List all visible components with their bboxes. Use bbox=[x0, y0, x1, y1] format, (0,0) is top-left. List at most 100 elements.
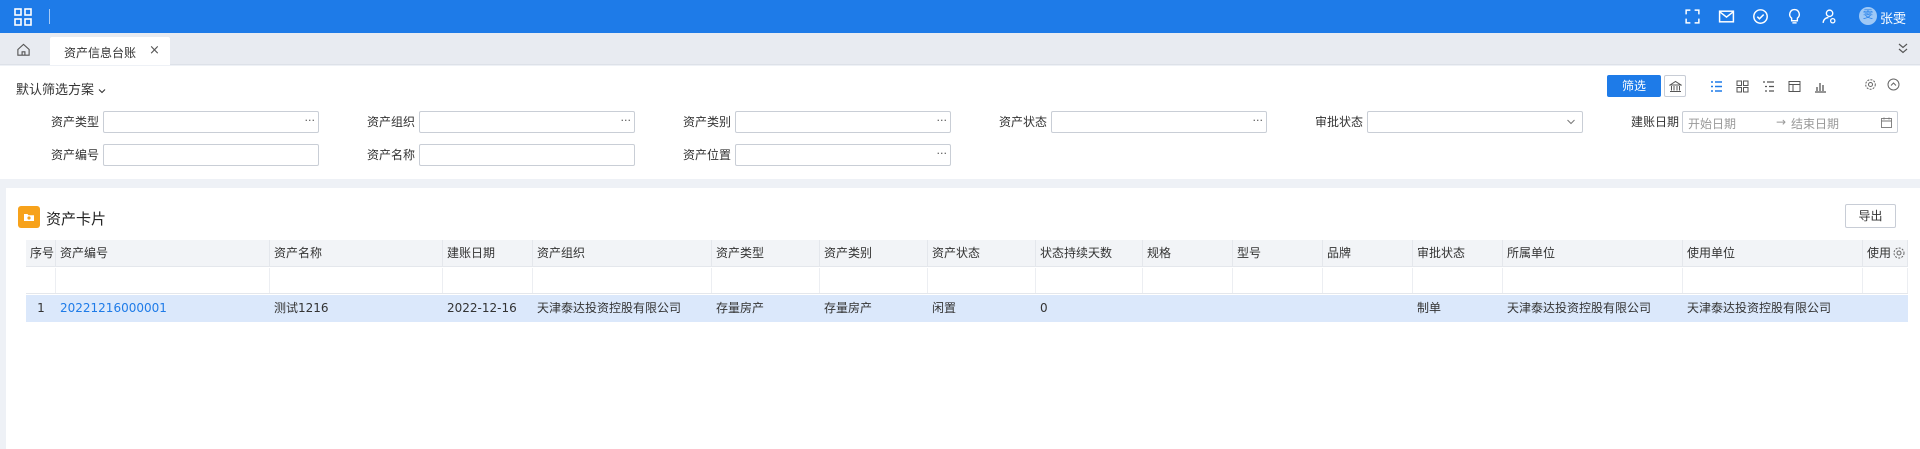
collapse-up-icon[interactable] bbox=[1887, 78, 1900, 91]
column-filter-cell[interactable] bbox=[1503, 268, 1683, 293]
asset-location-label: 资产位置 bbox=[682, 148, 731, 162]
filter-button[interactable]: 筛选 bbox=[1607, 75, 1661, 97]
asset-category-input[interactable]: ··· bbox=[735, 111, 951, 133]
asset-code-input[interactable] bbox=[103, 144, 319, 166]
column-filter-cell[interactable] bbox=[820, 268, 928, 293]
approval-status-select[interactable] bbox=[1367, 111, 1583, 133]
bank-icon-button[interactable] bbox=[1664, 75, 1686, 97]
asset-name-input[interactable] bbox=[419, 144, 635, 166]
list-view-icon[interactable] bbox=[1710, 80, 1723, 93]
bulb-icon[interactable] bbox=[1786, 8, 1803, 25]
column-filter-cell[interactable] bbox=[533, 268, 712, 293]
column-filter-cell[interactable] bbox=[1036, 268, 1143, 293]
approval-status-label: 审批状态 bbox=[1314, 115, 1363, 129]
table-cell: 1 bbox=[37, 301, 45, 315]
table-cell: 存量房产 bbox=[824, 301, 873, 315]
export-button[interactable]: 导出 bbox=[1845, 204, 1896, 228]
chevron-down-icon bbox=[1567, 119, 1575, 125]
table-cell: 天津泰达投资控股有限公司 bbox=[537, 301, 682, 315]
start-date-placeholder[interactable]: 开始日期 bbox=[1688, 115, 1736, 132]
home-icon[interactable] bbox=[16, 42, 31, 57]
card-view-icon[interactable] bbox=[1736, 80, 1749, 93]
column-filter-cell[interactable] bbox=[712, 268, 820, 293]
table-filter-row[interactable] bbox=[26, 268, 1908, 294]
asset-code-link[interactable]: 20221216000001 bbox=[56, 295, 270, 322]
table-cell bbox=[1323, 295, 1413, 322]
asset-card-panel: 资产卡片 导出 序号 资产编号 资产名称 建账日期 资产组织 资产类型 资产类别 资产状态 状态… bbox=[6, 188, 1920, 449]
chevron-down-icon bbox=[98, 88, 106, 93]
user-name[interactable]: 张雯 bbox=[1880, 8, 1906, 27]
filter-panel: 默认筛选方案 筛选 资产类型 ··· 资产组织 ··· 资产类别 ··· 资产状… bbox=[0, 66, 1920, 179]
column-header[interactable]: 状态持续天数 bbox=[1036, 240, 1143, 266]
table-cell bbox=[1863, 295, 1908, 322]
fullscreen-icon[interactable] bbox=[1684, 8, 1701, 25]
table-cell bbox=[1143, 295, 1233, 322]
table-view-icon[interactable] bbox=[1788, 80, 1801, 93]
more-dots-icon[interactable]: ··· bbox=[937, 114, 948, 127]
topbar-divider bbox=[49, 9, 50, 24]
more-dots-icon[interactable]: ··· bbox=[937, 147, 948, 160]
filter-scheme-label: 默认筛选方案 bbox=[16, 83, 95, 98]
table-cell: 2022-12-16 bbox=[447, 301, 517, 315]
column-header[interactable]: 资产名称 bbox=[270, 240, 443, 266]
arrow-right-icon: → bbox=[1776, 115, 1787, 129]
table-cell: 闲置 bbox=[932, 301, 957, 315]
filter-scheme-dropdown[interactable]: 默认筛选方案 bbox=[16, 79, 106, 98]
more-dots-icon[interactable]: ··· bbox=[305, 114, 316, 127]
column-filter-cell[interactable] bbox=[928, 268, 1036, 293]
more-dots-icon[interactable]: ··· bbox=[1253, 114, 1264, 127]
column-filter-cell[interactable] bbox=[26, 268, 56, 293]
column-header[interactable]: 型号 bbox=[1233, 240, 1323, 266]
column-filter-cell[interactable] bbox=[1323, 268, 1413, 293]
table-row[interactable]: 1 20221216000001 测试1216 2022-12-16 天津泰达投资控股有… bbox=[26, 295, 1908, 322]
apps-grid-icon[interactable] bbox=[14, 8, 32, 26]
table-header-row: 序号 资产编号 资产名称 建账日期 资产组织 资产类型 资产类别 资产状态 状态持续天数 规格 型号… bbox=[26, 240, 1908, 267]
column-filter-cell[interactable] bbox=[1143, 268, 1233, 293]
user-settings-icon[interactable] bbox=[1820, 8, 1837, 25]
mail-icon[interactable] bbox=[1718, 8, 1735, 25]
check-circle-icon[interactable] bbox=[1752, 8, 1769, 25]
column-header[interactable]: 所属单位 bbox=[1503, 240, 1683, 266]
tree-view-icon[interactable] bbox=[1762, 80, 1775, 93]
end-date-placeholder[interactable]: 结束日期 bbox=[1791, 115, 1839, 132]
asset-org-label: 资产组织 bbox=[366, 115, 415, 129]
asset-name-label: 资产名称 bbox=[366, 148, 415, 162]
table-cell: 存量房产 bbox=[716, 301, 765, 315]
account-date-range[interactable]: 开始日期 → 结束日期 bbox=[1682, 111, 1898, 133]
asset-type-input[interactable]: ··· bbox=[103, 111, 319, 133]
table-cell: 0 bbox=[1040, 301, 1048, 315]
chart-view-icon[interactable] bbox=[1814, 80, 1827, 93]
column-header[interactable]: 资产组织 bbox=[533, 240, 712, 266]
column-filter-cell[interactable] bbox=[1683, 268, 1863, 293]
folder-icon bbox=[18, 206, 40, 228]
gear-icon[interactable] bbox=[1864, 78, 1877, 91]
column-filter-cell[interactable] bbox=[443, 268, 533, 293]
asset-status-input[interactable]: ··· bbox=[1051, 111, 1267, 133]
column-header[interactable]: 品牌 bbox=[1323, 240, 1413, 266]
column-filter-cell[interactable] bbox=[270, 268, 443, 293]
column-header[interactable]: 资产状态 bbox=[928, 240, 1036, 266]
top-bar: 雯 张雯 bbox=[0, 0, 1920, 33]
close-icon[interactable]: × bbox=[149, 43, 160, 58]
column-header[interactable]: 序号 bbox=[26, 240, 56, 266]
asset-org-input[interactable]: ··· bbox=[419, 111, 635, 133]
double-chevron-down-icon[interactable] bbox=[1896, 41, 1910, 55]
column-header[interactable]: 资产类别 bbox=[820, 240, 928, 266]
tab-asset-ledger[interactable]: 资产信息台账 × bbox=[50, 37, 170, 65]
bank-icon bbox=[1669, 80, 1682, 92]
column-filter-cell[interactable] bbox=[56, 268, 270, 293]
column-header[interactable]: 资产编号 bbox=[56, 240, 270, 266]
column-header[interactable]: 审批状态 bbox=[1413, 240, 1503, 266]
column-filter-cell[interactable] bbox=[1863, 268, 1908, 293]
column-filter-cell[interactable] bbox=[1233, 268, 1323, 293]
column-header[interactable]: 资产类型 bbox=[712, 240, 820, 266]
more-dots-icon[interactable]: ··· bbox=[621, 114, 632, 127]
column-filter-cell[interactable] bbox=[1413, 268, 1503, 293]
column-settings-icon[interactable] bbox=[1892, 246, 1906, 260]
column-header[interactable]: 使用单位 bbox=[1683, 240, 1863, 266]
asset-location-input[interactable]: ··· bbox=[735, 144, 951, 166]
column-header[interactable]: 规格 bbox=[1143, 240, 1233, 266]
table-cell: 天津泰达投资控股有限公司 bbox=[1507, 301, 1652, 315]
avatar[interactable]: 雯 bbox=[1859, 7, 1877, 25]
column-header[interactable]: 建账日期 bbox=[443, 240, 533, 266]
